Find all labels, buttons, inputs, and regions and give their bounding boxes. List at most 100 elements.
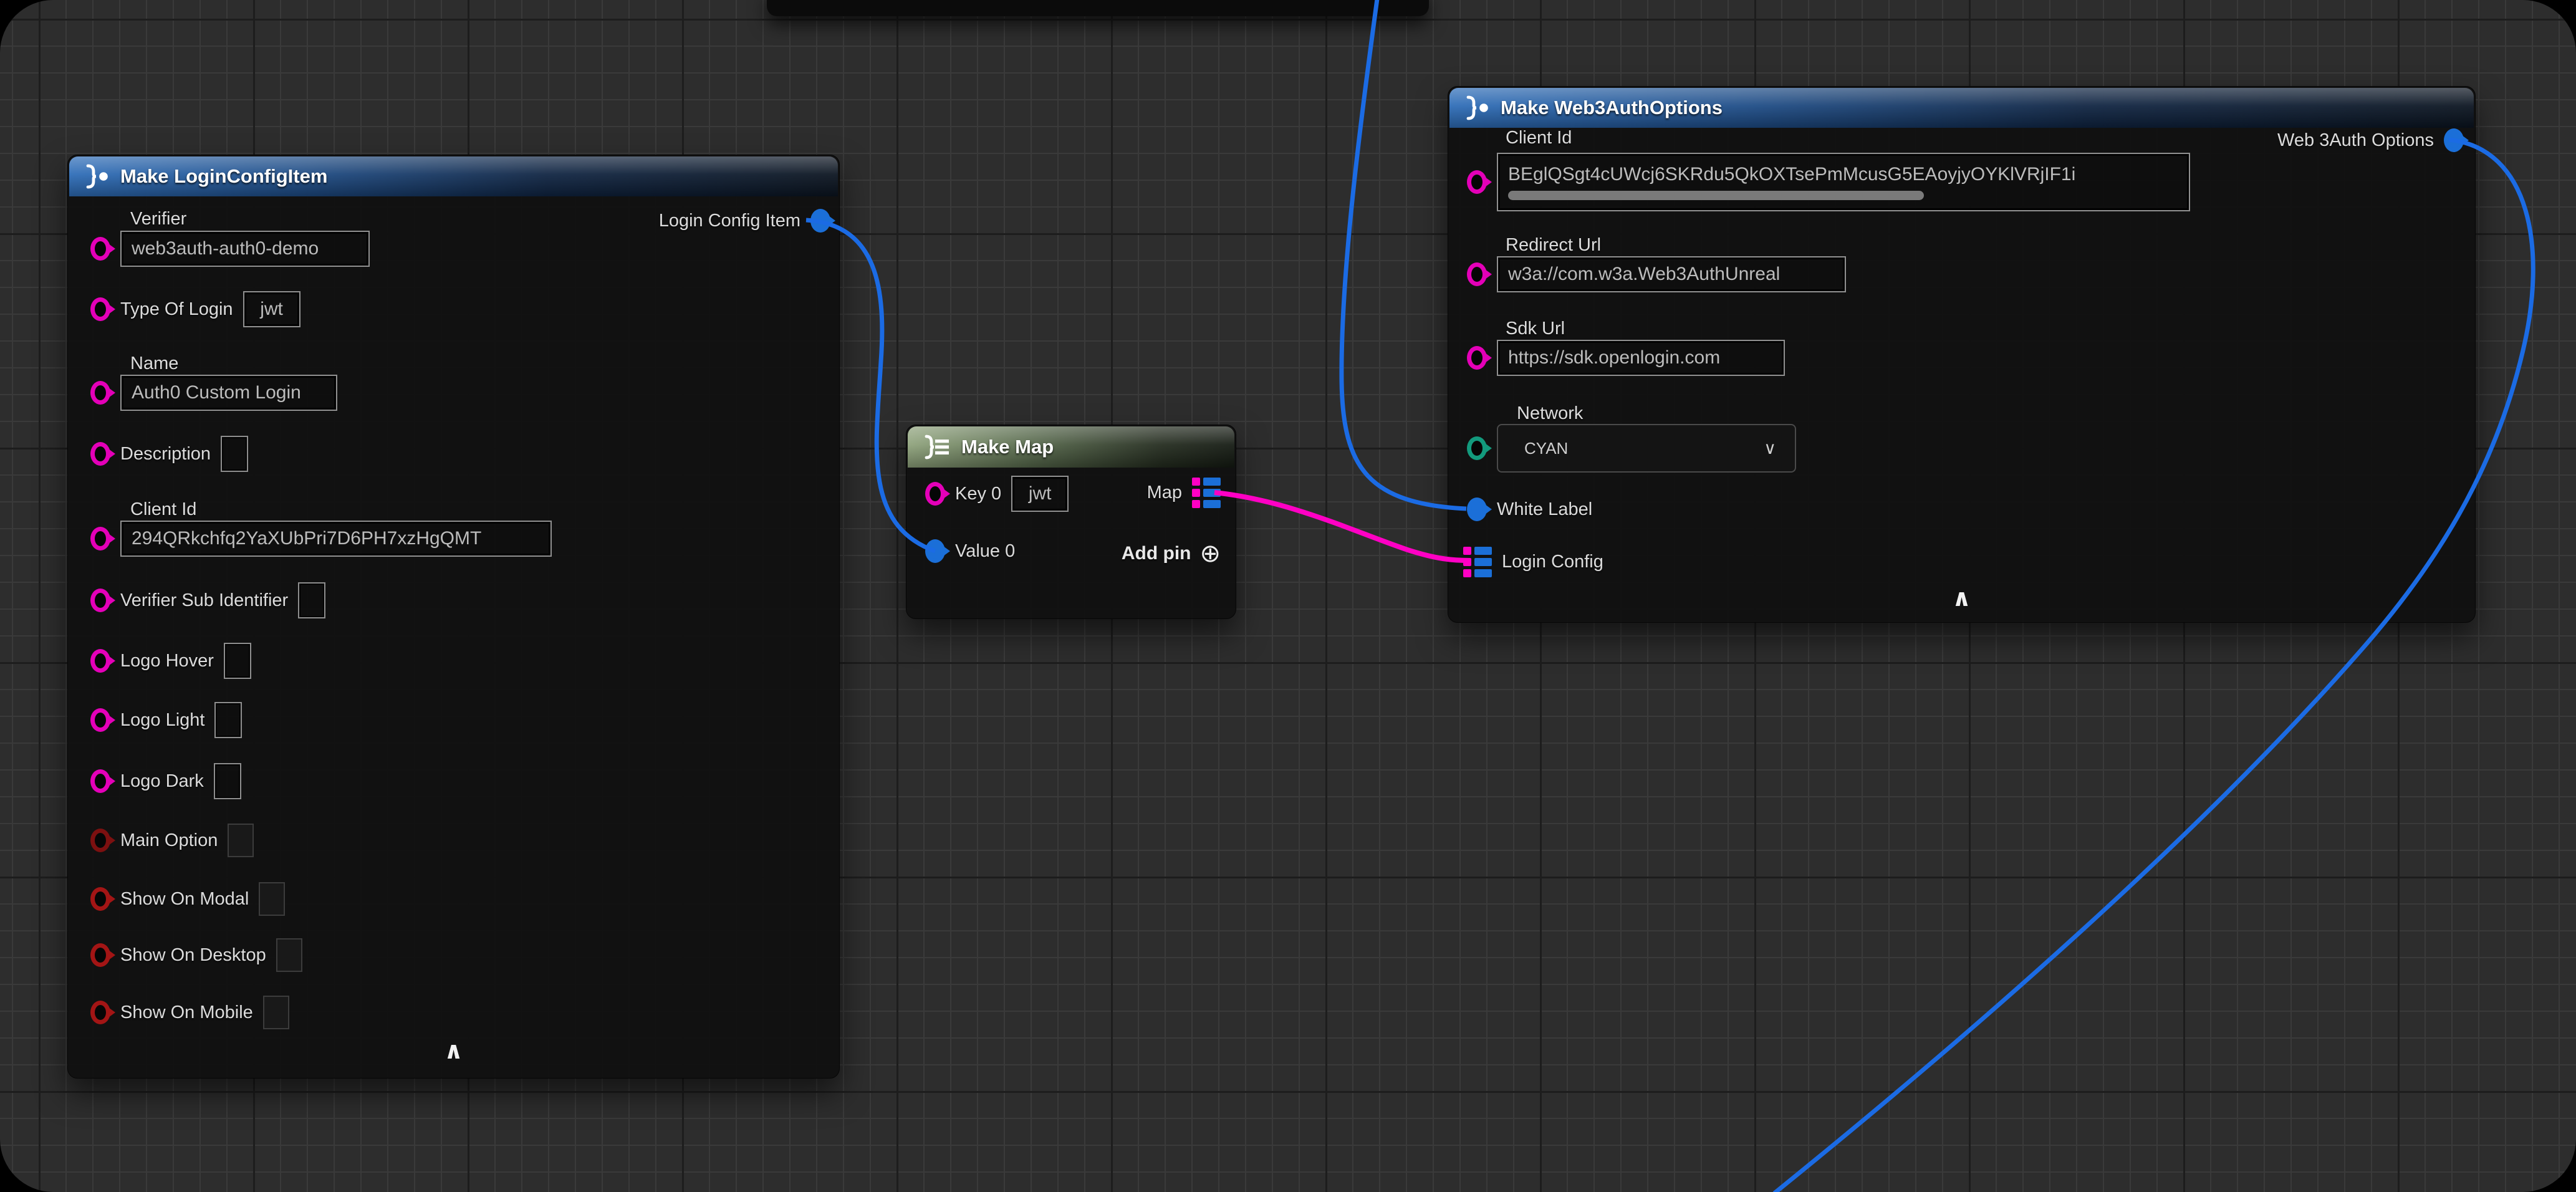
client-id-text: BEglQSgt4cUWcj6SKRdu5QkOXTsePmMcusG5EAoy…: [1508, 164, 2075, 185]
verifier-label: Verifier: [130, 209, 186, 229]
verifier-sub-identifier-row: Verifier Sub Identifier: [90, 580, 325, 620]
node-header[interactable]: Make Web3AuthOptions: [1449, 88, 2474, 128]
network-dropdown[interactable]: CYAN: [1497, 424, 1796, 473]
logo-light-pin[interactable]: [90, 708, 110, 732]
value0-label: Value 0: [955, 541, 1015, 562]
node-make-web3authoptions[interactable]: Make Web3AuthOptions Web 3Auth Options C…: [1448, 86, 2476, 623]
client-id-pin[interactable]: [1467, 170, 1487, 194]
collapse-row: [1448, 587, 2475, 610]
verifier-sub-identifier-pin[interactable]: [90, 589, 110, 612]
make-struct-icon: [1463, 95, 1491, 120]
login-config-row: Login Config: [1463, 543, 1603, 580]
main-option-checkbox[interactable]: [228, 824, 254, 857]
chevron-up-icon[interactable]: [1952, 587, 1971, 610]
offscreen-node-edge: [767, 0, 1429, 16]
collapse-row: [68, 1039, 839, 1063]
logo-hover-row: Logo Hover: [90, 641, 251, 681]
show-on-desktop-label: Show On Desktop: [120, 945, 266, 966]
node-title: Make LoginConfigItem: [120, 165, 327, 188]
network-row: CYAN: [1467, 423, 1796, 473]
key0-pin[interactable]: [925, 482, 945, 506]
add-pin-row[interactable]: Add pin: [1122, 535, 1221, 572]
login-config-label: Login Config: [1502, 552, 1603, 572]
show-on-mobile-label: Show On Mobile: [120, 1002, 253, 1023]
client-id-input[interactable]: BEglQSgt4cUWcj6SKRdu5QkOXTsePmMcusG5EAoy…: [1497, 153, 2190, 211]
verifier-input[interactable]: web3auth-auth0-demo: [120, 231, 370, 267]
name-label: Name: [130, 353, 178, 374]
description-label: Description: [120, 444, 211, 464]
client-id-label: Client Id: [1506, 128, 1572, 148]
white-label-pin[interactable]: [1467, 497, 1487, 521]
node-title: Make Map: [961, 436, 1054, 458]
redirect-url-row: w3a://com.w3a.Web3AuthUnreal: [1467, 255, 1846, 294]
logo-dark-row: Logo Dark: [90, 761, 241, 801]
map-output-label: Map: [1147, 483, 1182, 503]
redirect-url-input[interactable]: w3a://com.w3a.Web3AuthUnreal: [1497, 256, 1846, 292]
logo-light-label: Logo Light: [120, 710, 204, 731]
show-on-mobile-row: Show On Mobile: [90, 993, 289, 1032]
white-label-label: White Label: [1497, 499, 1592, 520]
verifier-sub-identifier-input[interactable]: [298, 582, 325, 618]
logo-hover-label: Logo Hover: [120, 651, 214, 671]
add-pin-label: Add pin: [1122, 543, 1191, 564]
node-make-loginconfigitem[interactable]: Make LoginConfigItem Login Config Item V…: [67, 155, 840, 1079]
show-on-modal-row: Show On Modal: [90, 879, 285, 919]
logo-hover-pin[interactable]: [90, 649, 110, 673]
show-on-modal-label: Show On Modal: [120, 889, 249, 910]
network-selected-value: CYAN: [1524, 439, 1568, 458]
name-pin[interactable]: [90, 381, 110, 405]
logo-hover-input[interactable]: [224, 643, 251, 679]
description-pin[interactable]: [90, 442, 110, 466]
make-struct-icon: [83, 164, 110, 189]
show-on-desktop-pin[interactable]: [90, 943, 110, 967]
output-row: Login Config Item: [659, 203, 830, 239]
show-on-modal-pin[interactable]: [90, 887, 110, 911]
type-of-login-input[interactable]: jwt: [243, 291, 300, 327]
client-id-label: Client Id: [130, 499, 196, 520]
client-id-pin[interactable]: [90, 527, 110, 550]
client-id-row: BEglQSgt4cUWcj6SKRdu5QkOXTsePmMcusG5EAoy…: [1467, 149, 2190, 215]
client-id-input[interactable]: 294QRkchfq2YaXUbPri7D6PH7xzHgQMT: [120, 521, 552, 557]
sdk-url-input[interactable]: https://sdk.openlogin.com: [1497, 340, 1785, 376]
wire-map-to-login-config[interactable]: [1214, 493, 1470, 560]
map-output-row: Map: [1147, 474, 1221, 511]
type-of-login-pin[interactable]: [90, 297, 110, 321]
verifier-pin[interactable]: [90, 237, 110, 261]
sdk-url-row: https://sdk.openlogin.com: [1467, 339, 1785, 377]
description-row: Description: [90, 434, 248, 474]
key0-label: Key 0: [955, 484, 1001, 504]
sdk-url-label: Sdk Url: [1506, 319, 1565, 339]
show-on-desktop-checkbox[interactable]: [276, 938, 302, 972]
circle-plus-icon[interactable]: [1199, 541, 1221, 566]
type-of-login-row: Type Of Login jwt: [90, 289, 300, 329]
logo-light-input[interactable]: [214, 702, 242, 738]
output-pin-label: Web 3Auth Options: [2277, 130, 2434, 151]
main-option-row: Main Option: [90, 820, 254, 860]
client-id-scrollbar[interactable]: [1508, 191, 1924, 200]
logo-dark-input[interactable]: [214, 763, 241, 799]
show-on-mobile-pin[interactable]: [90, 1001, 110, 1024]
show-on-modal-checkbox[interactable]: [259, 882, 285, 916]
value0-row: Value 0: [925, 532, 1015, 570]
description-input[interactable]: [221, 436, 248, 472]
output-pin-label: Login Config Item: [659, 211, 800, 231]
node-header[interactable]: Make LoginConfigItem: [69, 156, 838, 196]
sdk-url-pin[interactable]: [1467, 346, 1487, 370]
name-input[interactable]: Auth0 Custom Login: [120, 375, 337, 411]
blueprint-graph-canvas[interactable]: Make LoginConfigItem Login Config Item V…: [0, 0, 2576, 1192]
network-pin[interactable]: [1467, 436, 1487, 460]
show-on-mobile-checkbox[interactable]: [263, 996, 289, 1029]
chevron-up-icon[interactable]: [444, 1039, 463, 1063]
client-id-row: 294QRkchfq2YaXUbPri7D6PH7xzHgQMT: [90, 518, 552, 559]
logo-dark-label: Logo Dark: [120, 771, 204, 792]
node-make-map[interactable]: Make Map Key 0 jwt Map Value 0 Add pin: [906, 425, 1236, 619]
show-on-desktop-row: Show On Desktop: [90, 935, 302, 975]
logo-dark-pin[interactable]: [90, 769, 110, 793]
node-header[interactable]: Make Map: [908, 426, 1234, 468]
verifier-row: web3auth-auth0-demo: [90, 229, 370, 269]
main-option-pin[interactable]: [90, 829, 110, 852]
redirect-url-pin[interactable]: [1467, 262, 1487, 286]
output-row: Web 3Auth Options: [2277, 123, 2464, 158]
key0-input[interactable]: jwt: [1011, 476, 1069, 512]
name-row: Auth0 Custom Login: [90, 372, 337, 413]
